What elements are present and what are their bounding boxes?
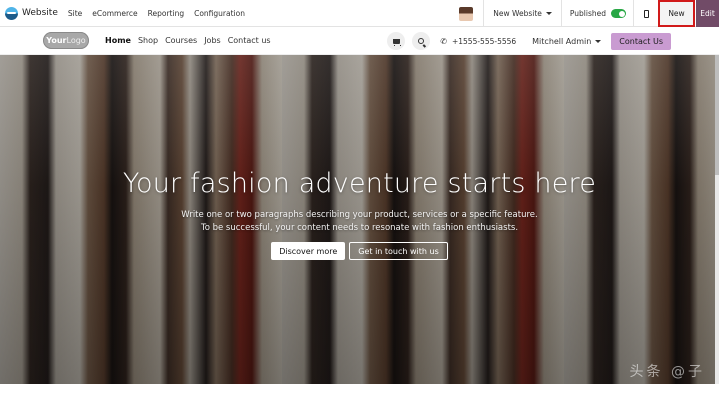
app-brand[interactable]: Website	[0, 6, 58, 20]
get-in-touch-button[interactable]: Get in touch with us	[349, 242, 448, 260]
hero-buttons: Discover more Get in touch with us	[0, 242, 719, 260]
menu-reporting[interactable]: Reporting	[148, 9, 184, 18]
website-selector-label: New Website	[493, 9, 542, 18]
odoo-website-icon	[5, 6, 18, 20]
caret-down-icon	[595, 39, 602, 43]
watermark: 头条 @子	[629, 364, 705, 380]
logo-text-light: Logo	[66, 36, 86, 45]
user-name: Mitchell Admin	[532, 36, 592, 46]
hero-content: Your fashion adventure starts here Write…	[0, 55, 719, 384]
phone-icon: ✆	[440, 36, 447, 46]
nav-link-contact-us[interactable]: Contact us	[228, 36, 271, 45]
cart-button[interactable]	[387, 32, 406, 50]
nav-link-home[interactable]: Home	[105, 36, 131, 45]
website-selector[interactable]: New Website	[484, 9, 561, 18]
scrollbar-thumb[interactable]	[715, 55, 719, 175]
discover-more-button[interactable]: Discover more	[271, 242, 346, 260]
edit-button[interactable]: Edit	[696, 0, 719, 27]
cart-icon	[392, 38, 401, 46]
caret-down-icon	[545, 12, 552, 15]
app-name: Website	[22, 8, 58, 18]
search-button[interactable]	[412, 32, 431, 50]
hero-title: Your fashion adventure starts here	[122, 168, 597, 199]
menu-site[interactable]: Site	[68, 9, 82, 18]
hero-banner: Your fashion adventure starts here Write…	[0, 55, 719, 384]
nav-link-jobs[interactable]: Jobs	[204, 36, 221, 45]
mobile-preview-button[interactable]	[634, 0, 658, 27]
mobile-phone-icon	[643, 9, 649, 18]
website-navbar: Your Logo Home Shop Courses Jobs Contact …	[0, 27, 719, 55]
admin-bar: Website Site eCommerce Reporting Configu…	[0, 0, 719, 27]
hero-text-line-1: Write one or two paragraphs describing y…	[181, 210, 538, 220]
contact-us-button[interactable]: Contact Us	[611, 32, 671, 50]
navbar-right: ✆ +1555-555-5556 Mitchell Admin Contact …	[387, 27, 719, 55]
new-button[interactable]: New	[658, 0, 695, 27]
nav-links: Home Shop Courses Jobs Contact us	[105, 36, 271, 45]
site-logo[interactable]: Your Logo	[43, 32, 89, 49]
menu-configuration[interactable]: Configuration	[194, 9, 245, 18]
nav-link-shop[interactable]: Shop	[138, 36, 158, 45]
user-menu[interactable]: Mitchell Admin	[532, 36, 602, 46]
toggle-switch[interactable]	[611, 9, 626, 18]
hero-text-line-2: To be successful, your content needs to …	[200, 223, 519, 233]
menu-ecommerce[interactable]: eCommerce	[92, 9, 137, 18]
user-avatar[interactable]	[459, 6, 474, 21]
published-label: Published	[569, 9, 606, 18]
search-icon	[418, 38, 425, 44]
published-toggle[interactable]: Published	[562, 9, 633, 18]
admin-bar-right: New Website Published New Edit	[459, 0, 719, 27]
nav-link-courses[interactable]: Courses	[165, 36, 197, 45]
logo-text-bold: Your	[46, 36, 67, 45]
admin-menu: Site eCommerce Reporting Configuration	[68, 9, 245, 18]
phone-number: +1555-555-5556	[451, 36, 517, 46]
hero-description: Write one or two paragraphs describing y…	[0, 209, 719, 235]
phone-link[interactable]: ✆ +1555-555-5556	[440, 37, 516, 46]
